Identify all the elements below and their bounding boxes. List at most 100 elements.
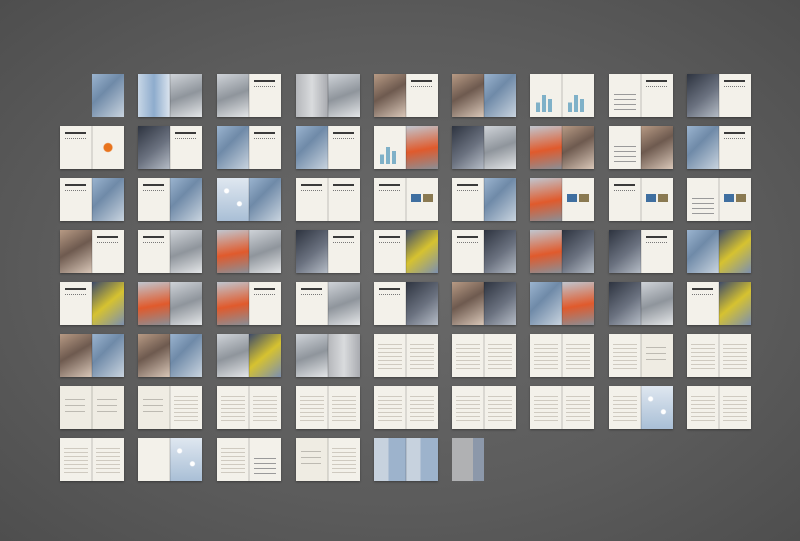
spread-thumbnail[interactable] [374, 334, 438, 377]
spread-thumbnail[interactable] [138, 438, 202, 481]
spread-thumbnail[interactable] [217, 386, 281, 429]
left-page-thumbnail [217, 126, 249, 169]
spread-thumbnail[interactable] [452, 178, 516, 221]
spread-thumbnail[interactable] [452, 282, 516, 325]
spread-thumbnail[interactable] [687, 282, 751, 325]
spine-fold [640, 282, 642, 325]
spread-thumbnail[interactable] [609, 282, 673, 325]
right-page-thumbnail [249, 178, 281, 221]
spread-thumbnail[interactable] [296, 438, 360, 481]
spine-fold [718, 178, 720, 221]
spread-thumbnail[interactable] [374, 230, 438, 273]
left-page-thumbnail [60, 282, 92, 325]
spread-thumbnail[interactable] [452, 438, 516, 481]
right-page-thumbnail [406, 74, 438, 117]
spread-thumbnail[interactable] [609, 386, 673, 429]
spread-thumbnail[interactable] [452, 230, 516, 273]
spine-fold [327, 230, 329, 273]
spread-thumbnail[interactable] [60, 386, 124, 429]
spread-thumbnail[interactable] [296, 230, 360, 273]
spread-thumbnail[interactable] [217, 178, 281, 221]
left-page-thumbnail [530, 126, 562, 169]
spine-fold [405, 282, 407, 325]
right-page-thumbnail [92, 386, 124, 429]
spine-fold [248, 126, 250, 169]
spread-thumbnail[interactable] [609, 178, 673, 221]
spread-thumbnail[interactable] [138, 282, 202, 325]
left-page-thumbnail [60, 386, 92, 429]
spread-thumbnail[interactable] [687, 126, 751, 169]
spread-thumbnail[interactable] [217, 74, 281, 117]
spread-thumbnail[interactable] [609, 126, 673, 169]
spread-thumbnail[interactable] [138, 334, 202, 377]
left-page-thumbnail [687, 282, 719, 325]
spread-thumbnail[interactable] [60, 230, 124, 273]
spread-thumbnail[interactable] [609, 334, 673, 377]
spread-thumbnail[interactable] [217, 282, 281, 325]
spread-thumbnail[interactable] [687, 230, 751, 273]
spread-thumbnail[interactable] [452, 334, 516, 377]
left-page-thumbnail [609, 74, 641, 117]
spread-thumbnail[interactable] [687, 386, 751, 429]
spread-thumbnail[interactable] [138, 126, 202, 169]
spine-fold [327, 126, 329, 169]
spine-fold [248, 282, 250, 325]
spine-fold [483, 334, 485, 377]
spread-thumbnail[interactable] [609, 230, 673, 273]
spread-thumbnail[interactable] [374, 126, 438, 169]
spread-thumbnail[interactable] [530, 282, 594, 325]
spine-fold [248, 230, 250, 273]
spread-thumbnail[interactable] [296, 126, 360, 169]
spread-thumbnail[interactable] [452, 386, 516, 429]
spread-thumbnail[interactable] [217, 126, 281, 169]
spread-thumbnail[interactable] [687, 74, 751, 117]
spread-thumbnail[interactable] [374, 282, 438, 325]
right-page-thumbnail [406, 438, 438, 481]
spread-thumbnail[interactable] [530, 230, 594, 273]
right-page-thumbnail [249, 282, 281, 325]
spread-thumbnail[interactable] [217, 438, 281, 481]
spread-thumbnail[interactable] [296, 282, 360, 325]
spread-thumbnail[interactable] [60, 282, 124, 325]
left-page-thumbnail [296, 230, 328, 273]
spread-thumbnail[interactable] [296, 74, 360, 117]
spread-thumbnail[interactable] [138, 230, 202, 273]
left-page-thumbnail [138, 74, 170, 117]
spread-thumbnail[interactable] [138, 386, 202, 429]
spine-fold [718, 386, 720, 429]
spine-fold [640, 334, 642, 377]
spread-thumbnail[interactable] [60, 334, 124, 377]
spread-thumbnail[interactable] [530, 334, 594, 377]
spine-fold [405, 386, 407, 429]
spread-thumbnail[interactable] [374, 178, 438, 221]
spread-thumbnail[interactable] [60, 438, 124, 481]
spread-thumbnail[interactable] [530, 74, 594, 117]
spread-thumbnail[interactable] [138, 74, 202, 117]
spread-thumbnail[interactable] [138, 178, 202, 221]
spread-thumbnail[interactable] [687, 178, 751, 221]
spread-thumbnail[interactable] [60, 126, 124, 169]
spread-thumbnail[interactable] [530, 386, 594, 429]
spread-thumbnail[interactable] [687, 334, 751, 377]
spread-thumbnail[interactable] [60, 178, 124, 221]
spread-thumbnail[interactable] [296, 386, 360, 429]
spread-thumbnail[interactable] [530, 126, 594, 169]
spread-thumbnail[interactable] [452, 126, 516, 169]
right-page-thumbnail [249, 74, 281, 117]
spread-thumbnail[interactable] [374, 74, 438, 117]
right-page-thumbnail [170, 126, 202, 169]
spread-thumbnail[interactable] [217, 230, 281, 273]
spine-fold [405, 230, 407, 273]
spread-thumbnail[interactable] [374, 386, 438, 429]
right-page-thumbnail [641, 334, 673, 377]
spread-thumbnail[interactable] [530, 178, 594, 221]
left-page-thumbnail [138, 178, 170, 221]
spread-thumbnail[interactable] [296, 334, 360, 377]
spread-thumbnail[interactable] [374, 438, 438, 481]
right-page-thumbnail [484, 334, 516, 377]
spread-thumbnail[interactable] [217, 334, 281, 377]
spread-thumbnail[interactable] [452, 74, 516, 117]
spread-thumbnail[interactable] [60, 74, 124, 117]
spread-thumbnail[interactable] [609, 74, 673, 117]
spread-thumbnail[interactable] [296, 178, 360, 221]
